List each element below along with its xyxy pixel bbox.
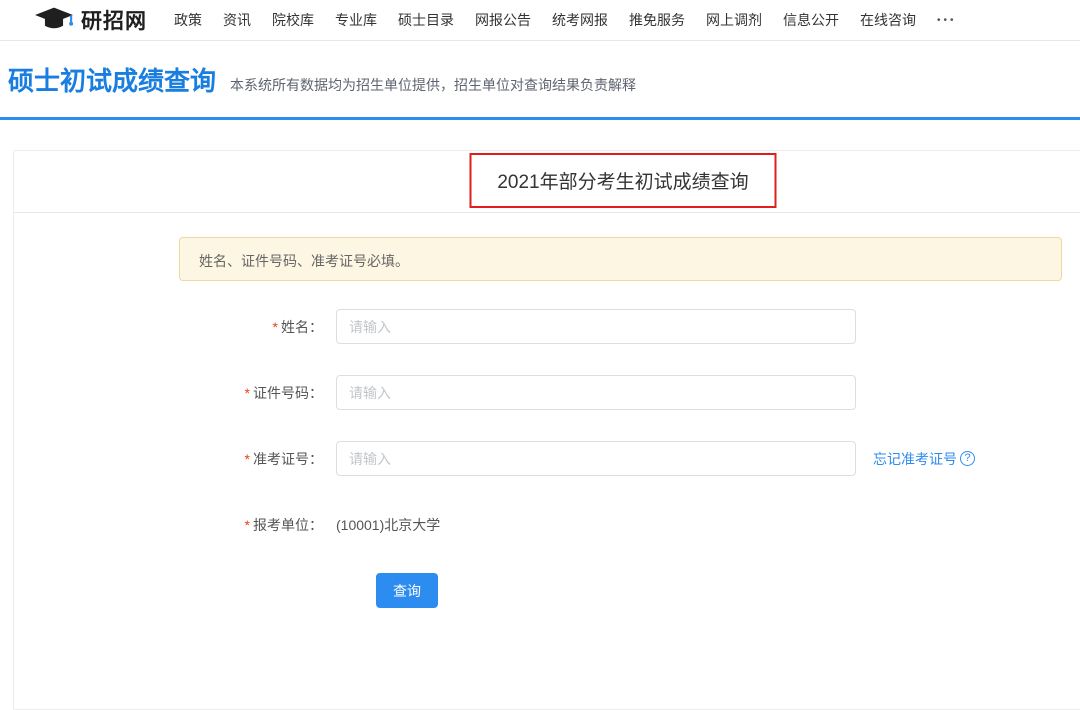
id-number-input[interactable] — [336, 375, 856, 410]
nav-item-tuimianfuwu[interactable]: 推免服务 — [629, 10, 685, 30]
target-institution-label: *报考单位： — [14, 515, 336, 535]
nav-item-xinxigongkai[interactable]: 信息公开 — [783, 10, 839, 30]
panel-header: 2021年部分考生初试成绩查询 — [14, 151, 1080, 213]
nav-item-zaixianzixun[interactable]: 在线咨询 — [860, 10, 916, 30]
form-row-name: *姓名： — [14, 309, 1080, 344]
target-institution-value: (10001)北京大学 — [336, 515, 440, 535]
form-row-target-institution: *报考单位： (10001)北京大学 — [14, 507, 1080, 542]
nav-item-zixun[interactable]: 资讯 — [223, 10, 251, 30]
page-subtitle: 本系统所有数据均为招生单位提供，招生单位对查询结果负责解释 — [230, 75, 636, 95]
required-asterisk: * — [245, 385, 250, 401]
question-mark-icon: ? — [960, 451, 975, 466]
query-panel: 2021年部分考生初试成绩查询 姓名、证件号码、准考证号必填。 *姓名： *证件… — [13, 150, 1080, 710]
nav-item-wangshangtiaoji[interactable]: 网上调剂 — [706, 10, 762, 30]
blue-divider — [0, 117, 1080, 120]
panel-body: 姓名、证件号码、准考证号必填。 *姓名： *证件号码： *准考证号： — [14, 237, 1080, 608]
brand-name: 研招网 — [81, 5, 147, 35]
graduation-cap-icon — [34, 6, 74, 34]
nav-more-button[interactable]: ••• — [937, 15, 957, 26]
name-label: *姓名： — [14, 317, 336, 337]
forgot-admission-ticket-link[interactable]: 忘记准考证号 ? — [873, 449, 975, 469]
top-nav: 研招网 政策 资讯 院校库 专业库 硕士目录 网报公告 统考网报 推免服务 网上… — [0, 0, 1080, 41]
page-title: 硕士初试成绩查询 — [8, 64, 216, 98]
page-header: 硕士初试成绩查询 本系统所有数据均为招生单位提供，招生单位对查询结果负责解释 — [0, 41, 1080, 98]
nav-item-zhengce[interactable]: 政策 — [174, 10, 202, 30]
nav-item-zhuanyeku[interactable]: 专业库 — [335, 10, 377, 30]
required-asterisk: * — [273, 319, 278, 335]
red-annotation-box: 2021年部分考生初试成绩查询 — [470, 153, 777, 208]
query-button[interactable]: 查询 — [376, 573, 438, 608]
name-input[interactable] — [336, 309, 856, 344]
form-row-admission-ticket: *准考证号： 忘记准考证号 ? — [14, 441, 1080, 476]
required-fields-alert: 姓名、证件号码、准考证号必填。 — [179, 237, 1062, 281]
panel-title: 2021年部分考生初试成绩查询 — [497, 167, 748, 194]
site-logo[interactable]: 研招网 — [34, 5, 147, 35]
form-row-id-number: *证件号码： — [14, 375, 1080, 410]
nav-item-tongkaowangbao[interactable]: 统考网报 — [552, 10, 608, 30]
main-nav: 政策 资讯 院校库 专业库 硕士目录 网报公告 统考网报 推免服务 网上调剂 信… — [174, 10, 916, 30]
required-asterisk: * — [245, 451, 250, 467]
admission-ticket-input[interactable] — [336, 441, 856, 476]
nav-item-wangbaogonggao[interactable]: 网报公告 — [475, 10, 531, 30]
nav-item-shuoshimulu[interactable]: 硕士目录 — [398, 10, 454, 30]
query-form: *姓名： *证件号码： *准考证号： 忘记准考证号 ? — [14, 309, 1080, 608]
admission-ticket-label: *准考证号： — [14, 449, 336, 469]
required-asterisk: * — [245, 517, 250, 533]
id-number-label: *证件号码： — [14, 383, 336, 403]
nav-item-yuanxiaoku[interactable]: 院校库 — [272, 10, 314, 30]
form-row-submit: 查询 — [14, 573, 1080, 608]
